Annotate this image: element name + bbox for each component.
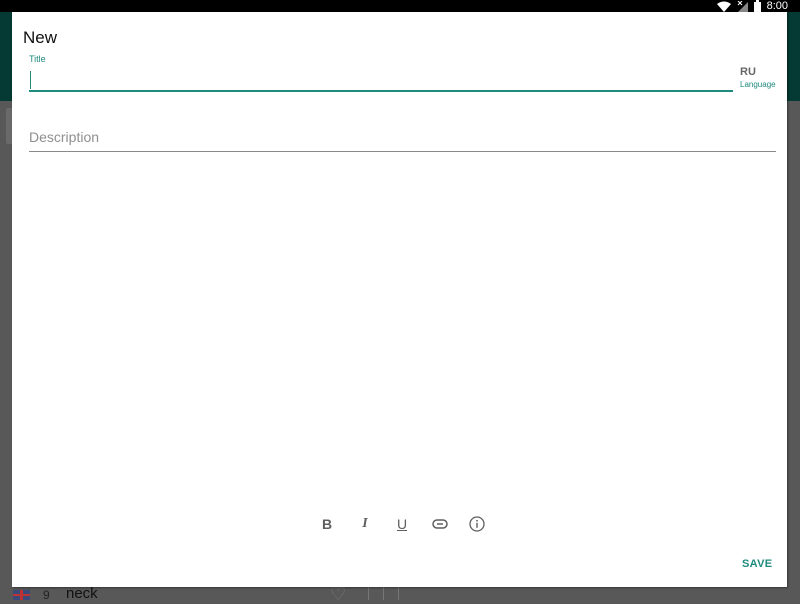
status-bar: 8:00 (0, 0, 800, 12)
formatting-toolbar: B I U (312, 512, 502, 536)
divider (368, 587, 383, 600)
divider (398, 587, 413, 600)
bold-button[interactable]: B (316, 512, 338, 536)
dialog-title: New (23, 28, 58, 47)
heart-icon: ♡ (330, 584, 347, 604)
info-button[interactable] (466, 512, 488, 536)
uk-flag-icon (13, 590, 30, 600)
info-icon (469, 516, 485, 532)
title-input[interactable] (29, 68, 733, 92)
list-item: 9 neck ♡ (0, 584, 800, 604)
list-item-word: neck (66, 585, 98, 602)
divider (383, 587, 398, 600)
wifi-icon (716, 1, 731, 12)
language-label: Language (740, 80, 776, 89)
clock: 8:00 (766, 0, 788, 12)
language-selector[interactable]: RU (740, 66, 756, 78)
new-item-dialog: New Title RU Language B I U SAVE (12, 12, 787, 587)
description-input[interactable] (29, 122, 776, 152)
link-button[interactable] (429, 512, 451, 536)
no-signal-icon (737, 0, 748, 12)
italic-button[interactable]: I (354, 512, 376, 536)
link-icon (432, 519, 448, 529)
text-cursor (30, 71, 31, 89)
underline-button[interactable]: U (391, 512, 413, 536)
save-button[interactable]: SAVE (742, 558, 772, 570)
title-label: Title (29, 54, 46, 64)
battery-icon (753, 0, 761, 12)
